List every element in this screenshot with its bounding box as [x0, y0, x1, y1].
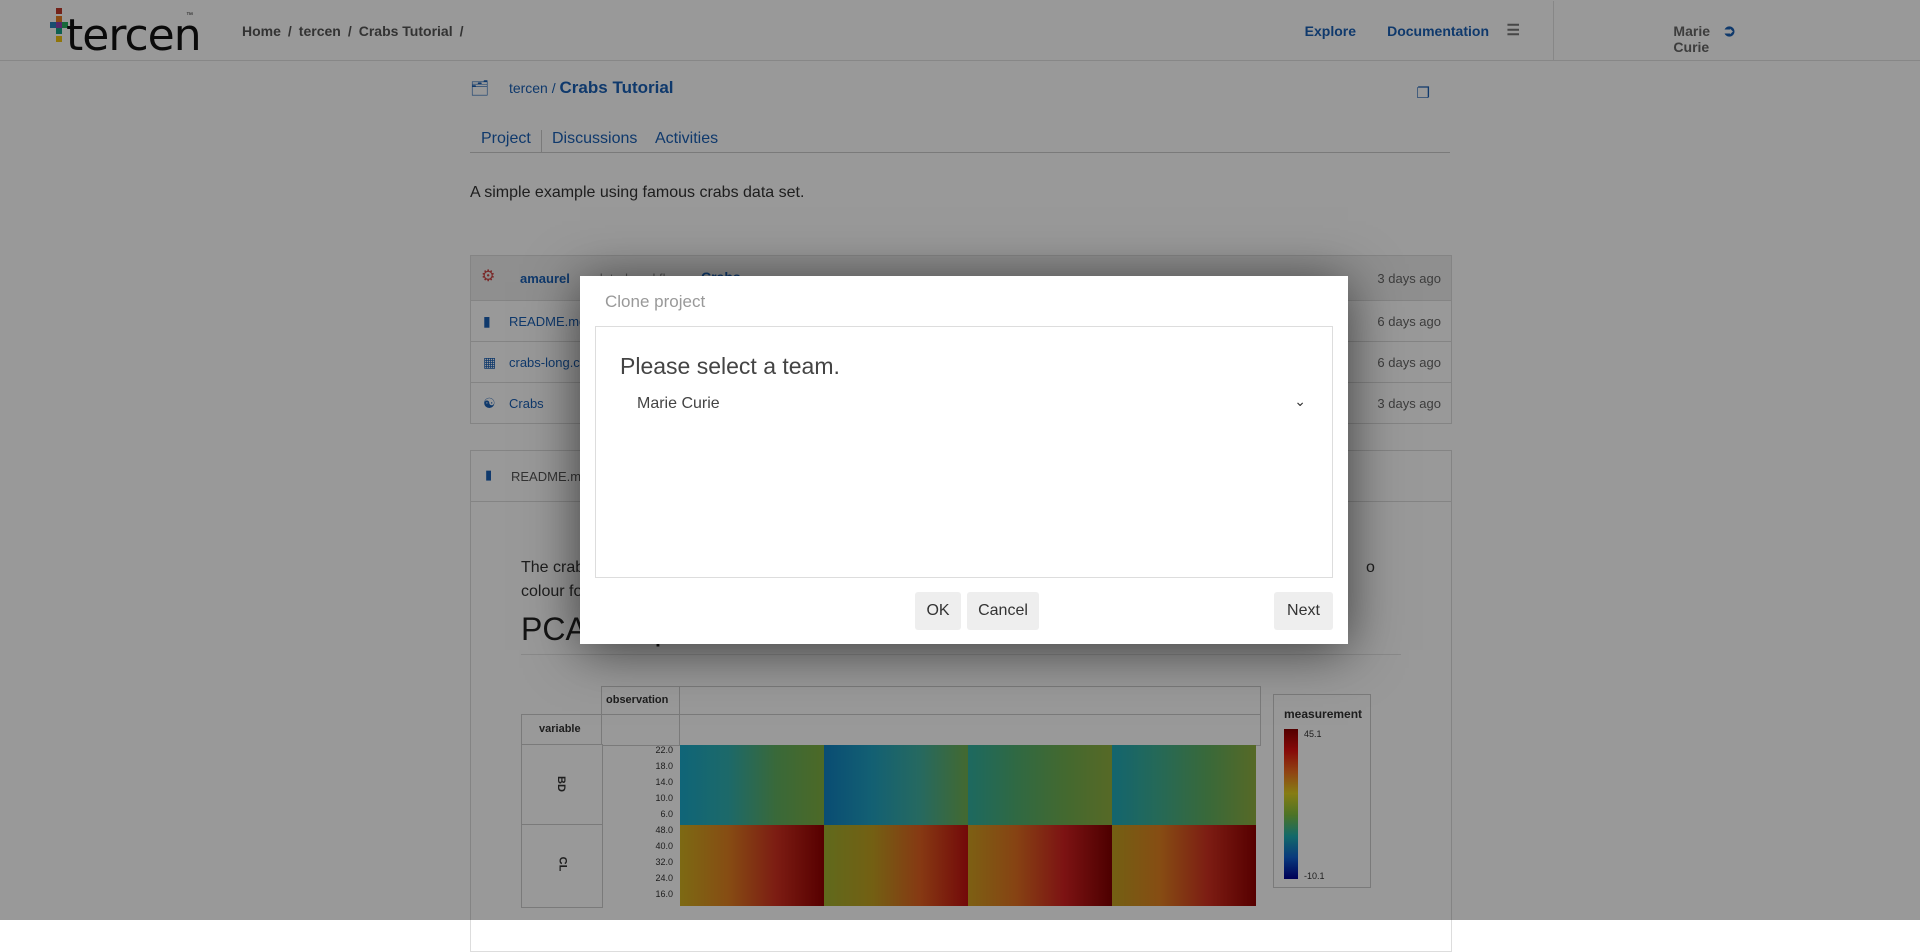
cancel-button[interactable]: Cancel [967, 592, 1039, 630]
dialog-body: Please select a team. Marie Curie ⌄ [595, 326, 1333, 578]
clone-project-dialog: Clone project Please select a team. Mari… [580, 276, 1348, 644]
dialog-title: Clone project [605, 292, 706, 311]
team-prompt: Please select a team. [620, 353, 840, 379]
ok-button[interactable]: OK [915, 592, 961, 630]
chevron-down-icon: ⌄ [1294, 393, 1306, 409]
next-button[interactable]: Next [1274, 592, 1333, 630]
team-select[interactable]: Marie Curie ⌄ [620, 389, 1320, 419]
team-select-value: Marie Curie [637, 395, 720, 412]
